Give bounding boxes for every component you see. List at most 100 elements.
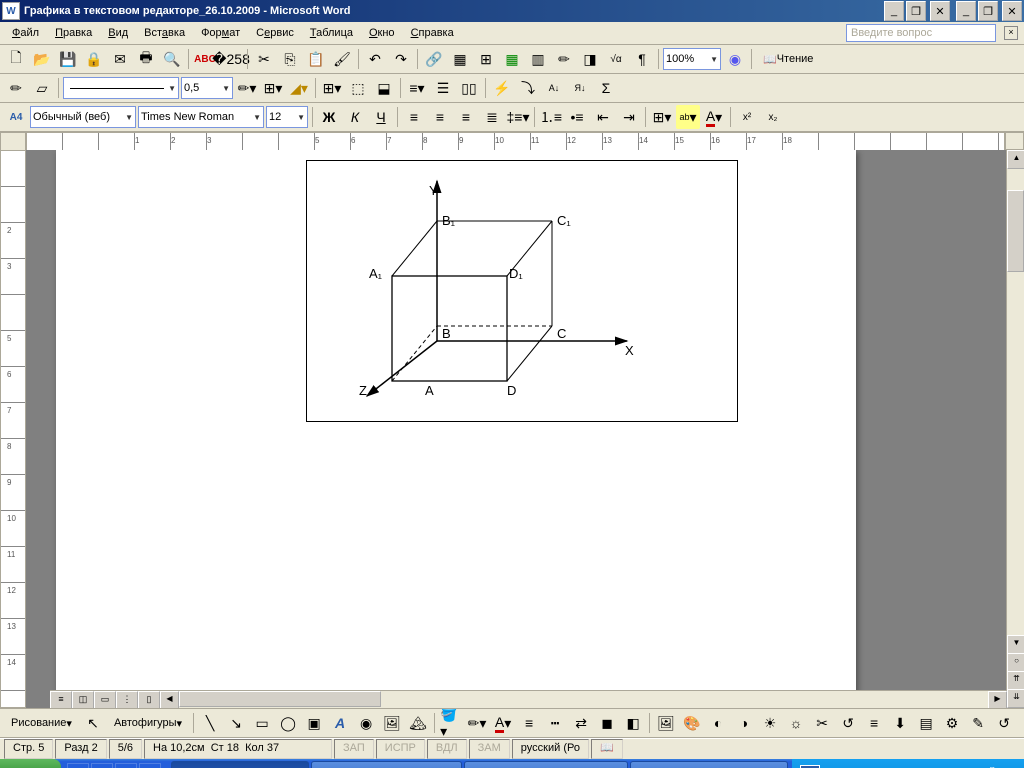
paste-icon[interactable]: 📋 bbox=[304, 47, 328, 71]
line-spacing-icon[interactable]: ‡≡▾ bbox=[506, 105, 530, 129]
help-icon[interactable]: ◉ bbox=[723, 47, 747, 71]
quicklaunch-icon[interactable]: 🗔 bbox=[139, 763, 161, 768]
picture-icon[interactable]: 🏔 bbox=[406, 711, 430, 735]
arrow-icon[interactable]: ↘ bbox=[224, 711, 248, 735]
decrease-indent-icon[interactable]: ⇤ bbox=[591, 105, 615, 129]
scrollbar-vertical[interactable]: ▲ ▼ ○ ⇈ ⇊ bbox=[1006, 150, 1024, 708]
3d-icon[interactable]: ◧ bbox=[621, 711, 645, 735]
open-icon[interactable]: 📂 bbox=[30, 47, 54, 71]
autosum-icon[interactable]: Σ bbox=[594, 76, 618, 100]
menubar-close-icon[interactable]: × bbox=[1004, 26, 1018, 40]
menu-edit[interactable]: Правка bbox=[47, 24, 100, 42]
columns-icon[interactable]: ▥ bbox=[526, 47, 550, 71]
hyperlink-icon[interactable]: 🔗 bbox=[422, 47, 446, 71]
email-icon[interactable]: ✉ bbox=[108, 47, 132, 71]
quicklaunch-icon[interactable]: 🖥 bbox=[115, 763, 137, 768]
scrollbar-horizontal[interactable]: ≡ ◫ ▭ ⋮ ▯ ◀ ▶ bbox=[50, 690, 1007, 708]
status-spellcheck-icon[interactable]: 📖 bbox=[591, 739, 623, 759]
next-page-icon[interactable]: ⇊ bbox=[1007, 689, 1024, 708]
shadow-icon[interactable]: ◼ bbox=[595, 711, 619, 735]
more-bright-icon[interactable]: ☀ bbox=[758, 711, 782, 735]
textbox-icon[interactable]: ▣ bbox=[302, 711, 326, 735]
document-viewport[interactable]: Y X Z A D B C A₁ D₁ B₁ C₁ Нарисовать пря… bbox=[26, 150, 1024, 708]
view-outline-icon[interactable]: ⋮ bbox=[116, 691, 138, 708]
view-reading-icon[interactable]: ▯ bbox=[138, 691, 160, 708]
align-left-icon[interactable]: ≡ bbox=[402, 105, 426, 129]
crop-icon[interactable]: ✂ bbox=[810, 711, 834, 735]
increase-indent-icon[interactable]: ⇥ bbox=[617, 105, 641, 129]
font-size-dropdown[interactable]: 12▼ bbox=[266, 106, 308, 128]
insert-pic-icon[interactable]: 🖼 bbox=[654, 711, 678, 735]
split-cells-icon[interactable]: ⬓ bbox=[372, 76, 396, 100]
distribute-cols-icon[interactable]: ▯▯ bbox=[457, 76, 481, 100]
drawing-toolbar-icon[interactable]: ✏ bbox=[552, 47, 576, 71]
cut-icon[interactable]: ✂ bbox=[252, 47, 276, 71]
highlight-icon[interactable]: ab▾ bbox=[676, 105, 700, 129]
line-icon[interactable]: ╲ bbox=[198, 711, 222, 735]
menu-help[interactable]: Справка bbox=[403, 24, 462, 42]
align-justify-icon[interactable]: ≣ bbox=[480, 105, 504, 129]
arrow-style-icon[interactable]: ⇄ bbox=[569, 711, 593, 735]
dash-style-icon[interactable]: ┅ bbox=[543, 711, 567, 735]
style-dropdown[interactable]: Обычный (веб)▼ bbox=[30, 106, 136, 128]
outside-border-icon[interactable]: ⊞▾ bbox=[650, 105, 674, 129]
superscript-icon[interactable]: x² bbox=[735, 105, 759, 129]
permissions-icon[interactable]: 🔒 bbox=[82, 47, 106, 71]
color-icon[interactable]: 🎨 bbox=[680, 711, 704, 735]
align-cell-icon[interactable]: ≡▾ bbox=[405, 76, 429, 100]
clipart-icon[interactable]: 🖼 bbox=[380, 711, 404, 735]
diagram-icon[interactable]: ◉ bbox=[354, 711, 378, 735]
line-style-icon[interactable]: ≡ bbox=[517, 711, 541, 735]
view-print-icon[interactable]: ▭ bbox=[94, 691, 116, 708]
close-button[interactable]: ✕ bbox=[930, 1, 950, 21]
zoom-dropdown[interactable]: 100%▼ bbox=[663, 48, 721, 70]
task-button[interactable]: WГрафика в текстово... bbox=[171, 761, 309, 768]
scroll-thumb-h[interactable] bbox=[179, 691, 381, 707]
rotate-left-icon[interactable]: ↺ bbox=[836, 711, 860, 735]
line-style-dropdown[interactable]: ▼ bbox=[63, 77, 179, 99]
line-style2-icon[interactable]: ≡ bbox=[862, 711, 886, 735]
drawing-menu[interactable]: Рисование ▾ bbox=[4, 711, 79, 735]
sort-desc-icon[interactable]: Я↓ bbox=[568, 76, 592, 100]
distribute-rows-icon[interactable]: ☰ bbox=[431, 76, 455, 100]
doc-map-icon[interactable]: ◨ bbox=[578, 47, 602, 71]
more-contrast-icon[interactable]: ◐ bbox=[706, 711, 730, 735]
fill-color-icon[interactable]: 🪣▾ bbox=[439, 711, 463, 735]
save-icon[interactable]: 💾 bbox=[56, 47, 80, 71]
borders-icon[interactable]: ⊞▾ bbox=[261, 76, 285, 100]
scroll-down-icon[interactable]: ▼ bbox=[1007, 635, 1024, 654]
eraser-icon[interactable]: ▱ bbox=[30, 76, 54, 100]
view-normal-icon[interactable]: ≡ bbox=[50, 691, 72, 708]
align-right-icon[interactable]: ≡ bbox=[454, 105, 478, 129]
task-button[interactable]: @Mail.Ru Агент (2 вкладки) bbox=[630, 761, 788, 768]
align-center-icon[interactable]: ≡ bbox=[428, 105, 452, 129]
styles-pane-icon[interactable]: A4 bbox=[4, 105, 28, 129]
line-color-icon[interactable]: ✏▾ bbox=[465, 711, 489, 735]
autoformat-icon[interactable]: ⚡ bbox=[490, 76, 514, 100]
menu-insert[interactable]: Вставка bbox=[136, 24, 193, 42]
scroll-up-icon[interactable]: ▲ bbox=[1007, 150, 1024, 169]
equation-icon[interactable]: √α bbox=[604, 47, 628, 71]
oval-icon[interactable]: ◯ bbox=[276, 711, 300, 735]
bold-icon[interactable]: Ж bbox=[317, 105, 341, 129]
scroll-right-icon[interactable]: ▶ bbox=[988, 691, 1007, 708]
task-button[interactable]: WРисование в документ... bbox=[311, 761, 462, 768]
reading-button[interactable]: 📖 Чтение bbox=[756, 47, 820, 71]
less-bright-icon[interactable]: ☼ bbox=[784, 711, 808, 735]
browse-object-icon[interactable]: ○ bbox=[1007, 653, 1024, 672]
autoshapes-menu[interactable]: Автофигуры ▾ bbox=[107, 711, 189, 735]
status-rec[interactable]: ЗАП bbox=[334, 739, 374, 759]
draw-table-icon[interactable]: ✏ bbox=[4, 76, 28, 100]
research-icon[interactable]: �258 bbox=[219, 47, 243, 71]
start-button[interactable]: ⊞Пуск bbox=[0, 759, 61, 768]
quicklaunch-icon[interactable]: 🦊 bbox=[67, 763, 89, 768]
text-wrap-icon[interactable]: ▤ bbox=[914, 711, 938, 735]
italic-icon[interactable]: К bbox=[343, 105, 367, 129]
merge-cells-icon[interactable]: ⬚ bbox=[346, 76, 370, 100]
scroll-left-icon[interactable]: ◀ bbox=[160, 691, 179, 708]
format-object-icon[interactable]: ⚙ bbox=[940, 711, 964, 735]
rectangle-icon[interactable]: ▭ bbox=[250, 711, 274, 735]
sort-asc-icon[interactable]: А↓ bbox=[542, 76, 566, 100]
subscript-icon[interactable]: x₂ bbox=[761, 105, 785, 129]
task-button[interactable]: 📁ОТКРЫТЫЕ УРОКИ к ат... bbox=[464, 761, 628, 768]
